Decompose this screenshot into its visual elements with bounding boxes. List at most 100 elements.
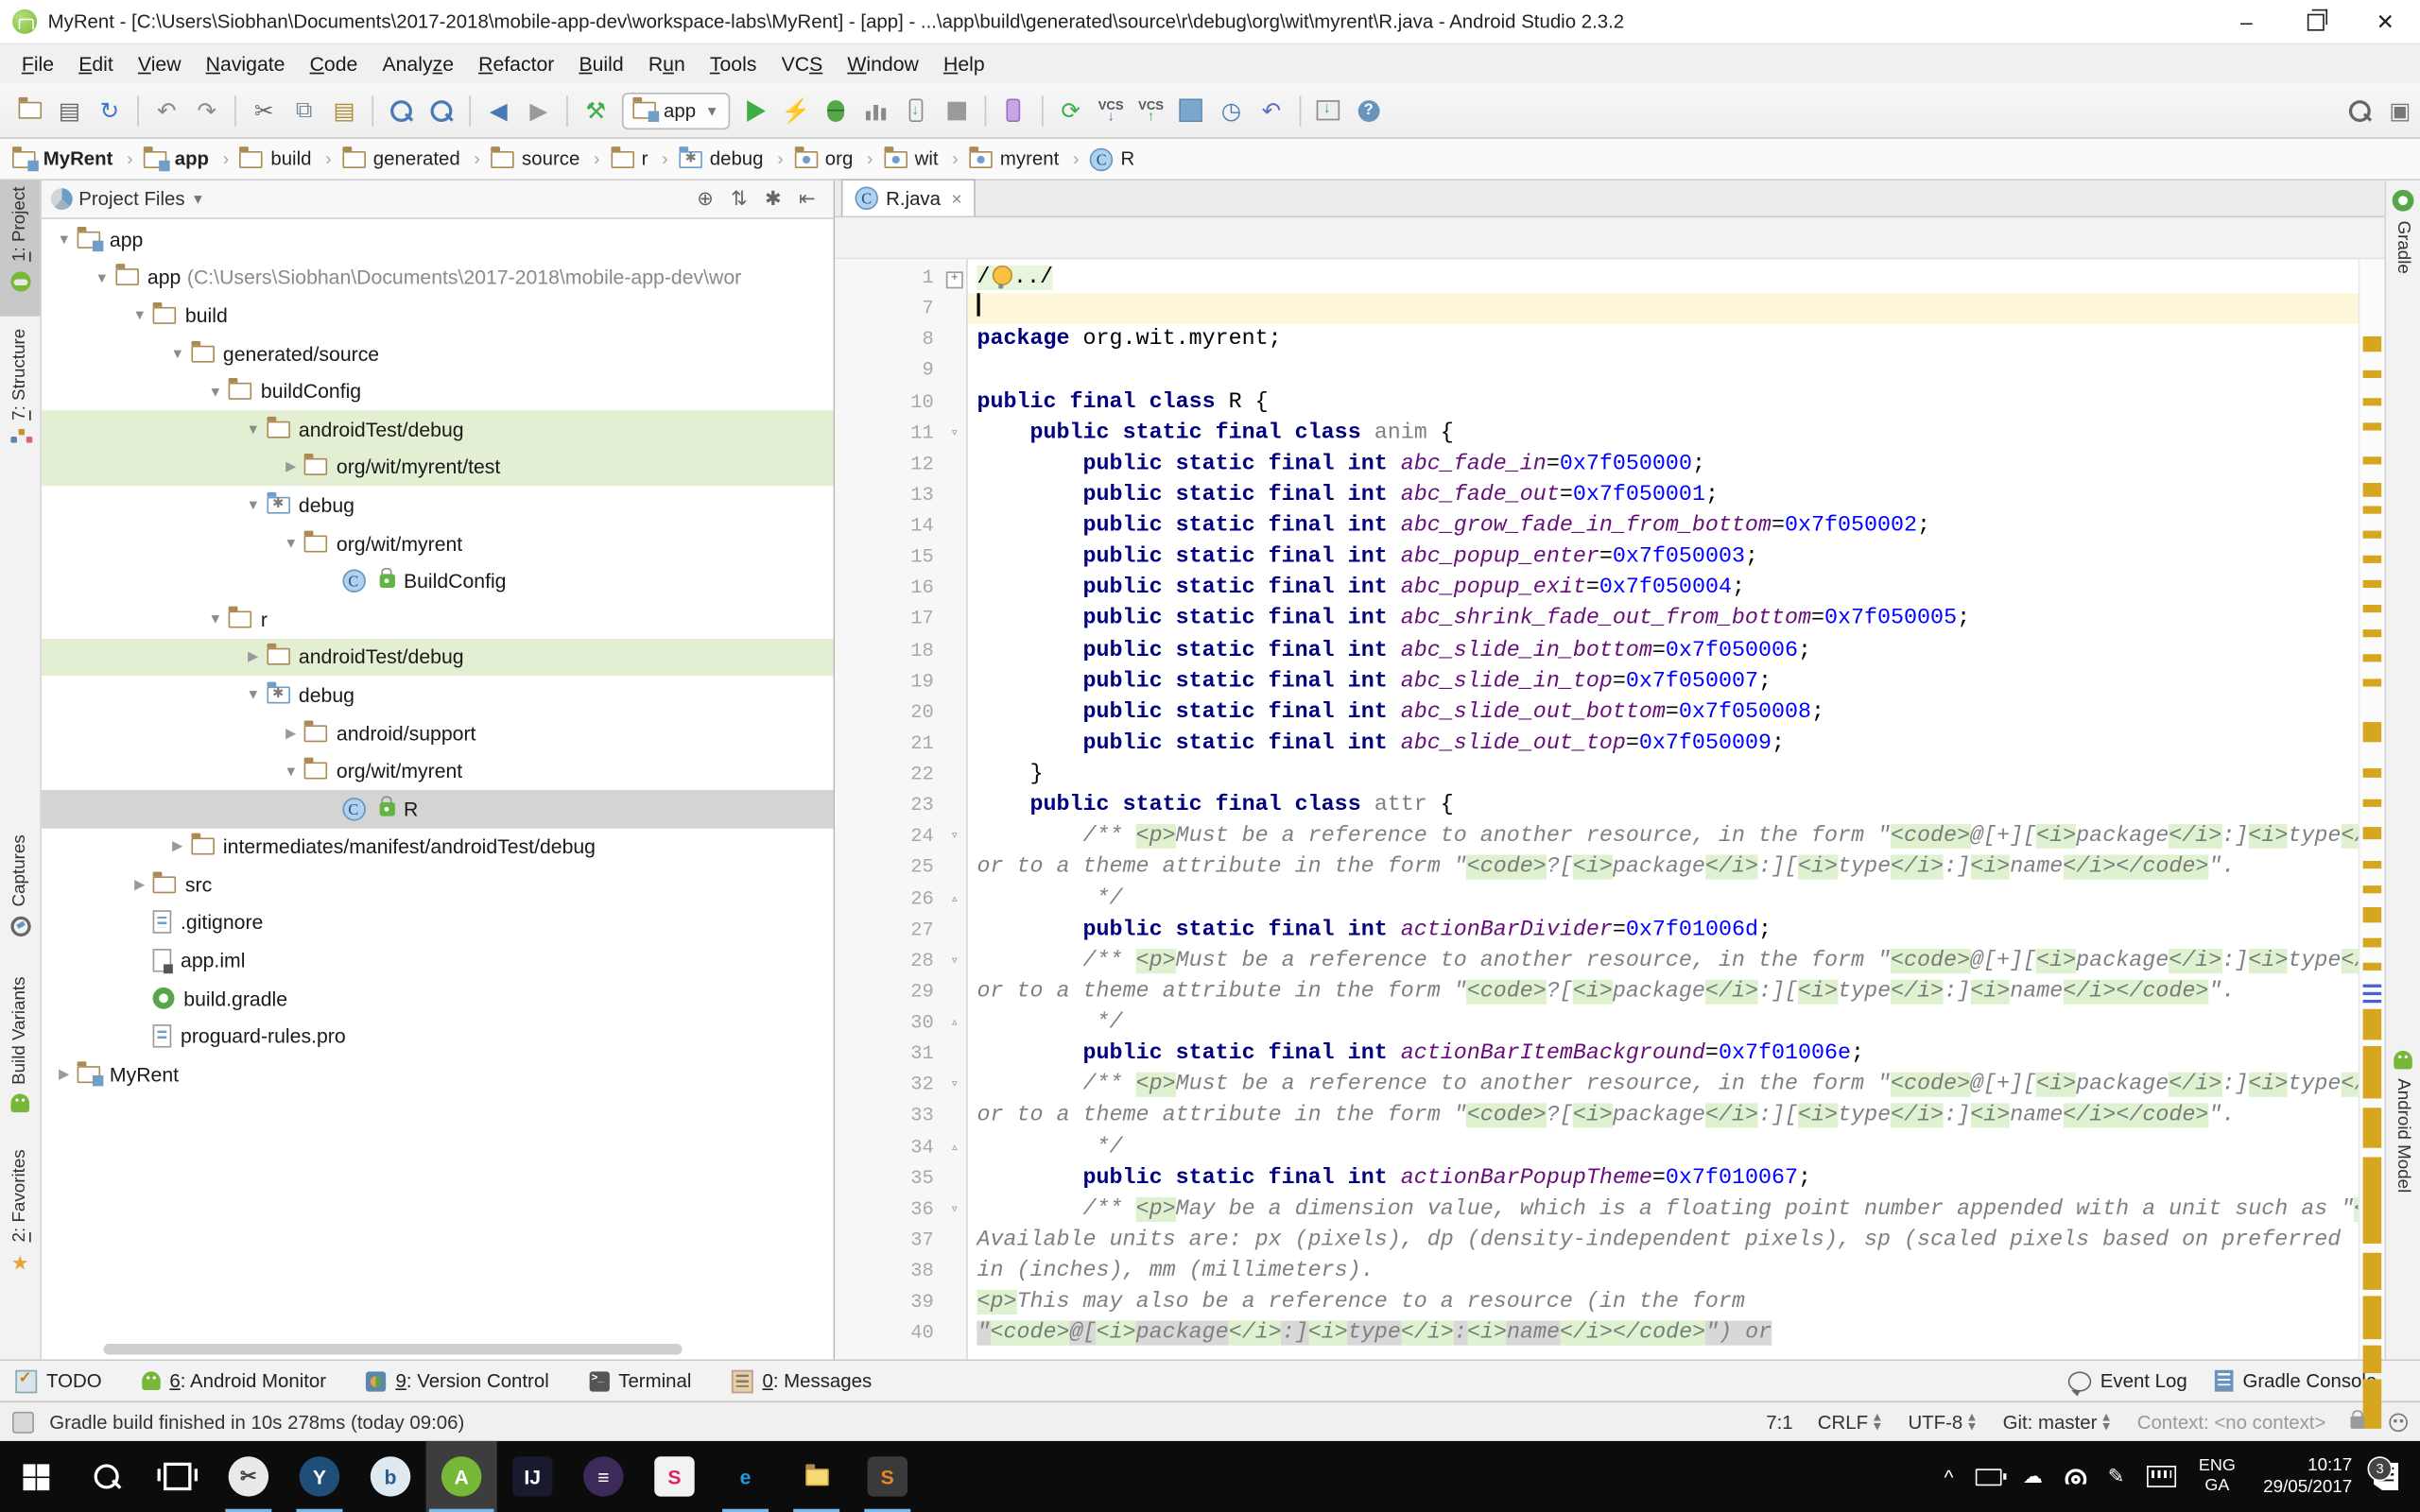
toolbar-toolwindow-layout-button[interactable]: ▣: [2380, 92, 2420, 129]
taskbar-sublime-text[interactable]: S: [852, 1441, 923, 1512]
menu-edit[interactable]: Edit: [66, 48, 126, 80]
warning-mark[interactable]: [2362, 1045, 2382, 1099]
hide-panel-icon[interactable]: ⇤: [790, 187, 824, 212]
chevron-down-icon[interactable]: ▼: [191, 191, 205, 206]
warning-mark[interactable]: [2362, 555, 2382, 563]
status-widget-context-no-context-[interactable]: Context: <no context>: [2137, 1411, 2326, 1433]
toolwindow-button-0-messages[interactable]: 0: Messages: [731, 1368, 872, 1393]
taskbar-edge[interactable]: e: [710, 1441, 781, 1512]
expand-open-icon[interactable]: ▼: [278, 536, 304, 551]
warning-mark[interactable]: [2362, 506, 2382, 514]
menu-run[interactable]: Run: [636, 48, 698, 80]
menu-code[interactable]: Code: [298, 48, 371, 80]
clock-widget[interactable]: 10:17 29/05/2017: [2263, 1455, 2352, 1499]
toolbar-apk-install-button[interactable]: [896, 92, 936, 129]
warning-mark[interactable]: [2362, 799, 2382, 807]
tree-row-build[interactable]: ▼ build: [42, 297, 834, 335]
tree-row-myrent[interactable]: ▶ MyRent: [42, 1056, 834, 1093]
tree-row-org-wit-myrent[interactable]: ▼ org/wit/myrent: [42, 524, 834, 562]
expand-open-icon[interactable]: ▼: [89, 270, 115, 285]
warning-mark[interactable]: [2362, 885, 2382, 894]
language-indicator[interactable]: ENG GA: [2199, 1456, 2236, 1496]
expand-open-icon[interactable]: ▼: [164, 346, 191, 361]
tree-row-app[interactable]: ▼ app: [42, 220, 834, 258]
toolbar-project-structure-button[interactable]: [1171, 92, 1211, 129]
warning-mark[interactable]: [2362, 937, 2382, 948]
breadcrumb-org[interactable]: org: [794, 146, 853, 170]
taskbar-file-explorer[interactable]: [781, 1441, 852, 1512]
toolwindow-tab-2-favorites[interactable]: 2: Favorites ★: [0, 1143, 40, 1297]
toolbar-stop-button[interactable]: [937, 92, 977, 129]
breadcrumb-r[interactable]: r: [610, 146, 648, 170]
toolbar-undo-button[interactable]: ↶: [147, 92, 186, 129]
breadcrumb-generated[interactable]: generated: [342, 146, 460, 170]
onedrive-cloud-icon[interactable]: ☁: [2023, 1464, 2043, 1488]
warning-mark[interactable]: [2362, 605, 2382, 613]
toolbar-vcs-commit-button[interactable]: VCS ↑: [1131, 92, 1170, 129]
menu-file[interactable]: File: [9, 48, 66, 80]
toolwindow-tab-7-structure[interactable]: 7: Structure: [0, 322, 40, 471]
expand-open-icon[interactable]: ▼: [240, 421, 267, 437]
restore-button[interactable]: [2281, 0, 2350, 43]
expand-closed-icon[interactable]: ▶: [278, 458, 304, 475]
fold-close-icon[interactable]: ▵: [943, 1007, 966, 1039]
toolwindow-button-terminal[interactable]: Terminal: [589, 1370, 691, 1392]
expand-open-icon[interactable]: ▼: [278, 764, 304, 779]
warning-mark[interactable]: [2362, 483, 2382, 497]
expand-closed-icon[interactable]: ▶: [127, 876, 153, 893]
toolwindow-button-gradle-console[interactable]: Gradle Console: [2215, 1369, 2377, 1392]
warning-mark[interactable]: [2362, 907, 2382, 923]
toolwindow-button-todo[interactable]: TODO: [15, 1368, 102, 1393]
menu-analyze[interactable]: Analyze: [370, 48, 466, 80]
toolbar-profiler-button[interactable]: [856, 92, 896, 129]
warning-mark[interactable]: [2362, 861, 2382, 869]
breadcrumb-build[interactable]: build: [239, 146, 311, 170]
fold-close-icon[interactable]: ▵: [943, 1132, 966, 1163]
toolbar-find-button[interactable]: [381, 92, 421, 129]
tree-row-debug[interactable]: ▼ debug: [42, 676, 834, 713]
taskbar-bluej[interactable]: b: [355, 1441, 426, 1512]
tree-row-r[interactable]: ▼ r: [42, 600, 834, 638]
taskbar-eclipse[interactable]: ≡: [568, 1441, 639, 1512]
toolbar-gradle-sync-button[interactable]: ⟳: [1050, 92, 1090, 129]
expand-closed-icon[interactable]: ▶: [51, 1066, 78, 1083]
toolbar-synchronize-button[interactable]: ↻: [90, 92, 130, 129]
editor-gutter[interactable]: 1 +7 8 9 10 11 ▿ 12 13 14 15 16 17 18 19 20 21 22 23 24 ▿ 25 2…: [835, 259, 968, 1360]
warning-mark[interactable]: [2362, 398, 2382, 406]
toolbar-vcs-update-button[interactable]: VCS ↓: [1091, 92, 1131, 129]
taskbar-task-view[interactable]: [142, 1441, 213, 1512]
tree-row-buildconfig[interactable]: C BuildConfig: [42, 562, 834, 600]
write-access-lock-icon[interactable]: [2350, 1409, 2365, 1429]
toolbar-cut-button[interactable]: ✂: [244, 92, 284, 129]
menu-tools[interactable]: Tools: [698, 48, 769, 80]
taskbar-android-studio[interactable]: A: [425, 1440, 497, 1512]
notification-center-icon[interactable]: 3: [2367, 1456, 2399, 1491]
status-widget-git-master[interactable]: Git: master ▲ ▼: [2003, 1410, 2113, 1433]
minimize-button[interactable]: –: [2212, 0, 2281, 43]
tree-row-debug[interactable]: ▼ debug: [42, 487, 834, 524]
breadcrumb-r[interactable]: CR: [1089, 146, 1134, 171]
fold-open-icon[interactable]: ▿: [943, 945, 966, 976]
expand-open-icon[interactable]: ▼: [202, 384, 229, 399]
tree-row-androidtest-debug[interactable]: ▼ androidTest/debug: [42, 410, 834, 449]
toolbar-search-everywhere-button[interactable]: [2340, 92, 2379, 129]
warning-mark[interactable]: [2362, 1296, 2382, 1340]
warning-mark[interactable]: [2362, 999, 2382, 1004]
toolbar-rollback-button[interactable]: ↶: [1252, 92, 1291, 129]
toolbar-debug-button[interactable]: [816, 92, 856, 129]
toolwindow-button-9-version-control[interactable]: 9: Version Control: [366, 1370, 549, 1392]
toolwindow-button-event-log[interactable]: Event Log: [2067, 1370, 2187, 1396]
warning-mark[interactable]: [2362, 679, 2382, 687]
menu-window[interactable]: Window: [835, 48, 931, 80]
toolwindow-tab-android-model[interactable]: Android Model: [2386, 1044, 2420, 1245]
toolbar-instant-run-button[interactable]: ⚡: [776, 92, 816, 129]
toolbar-sdk-manager-button[interactable]: [1308, 92, 1348, 129]
warning-mark[interactable]: [2362, 456, 2382, 465]
run-configuration-select[interactable]: app ▼: [621, 92, 730, 129]
fold-expand-icon[interactable]: +: [945, 271, 963, 289]
tree-row-intermediates-manifest-androidtest-debug[interactable]: ▶ intermediates/manifest/androidTest/debu…: [42, 828, 834, 866]
tree-row-org-wit-myrent[interactable]: ▼ org/wit/myrent: [42, 752, 834, 790]
expand-open-icon[interactable]: ▼: [127, 308, 153, 323]
menu-view[interactable]: View: [126, 48, 194, 80]
expand-open-icon[interactable]: ▼: [202, 611, 229, 627]
